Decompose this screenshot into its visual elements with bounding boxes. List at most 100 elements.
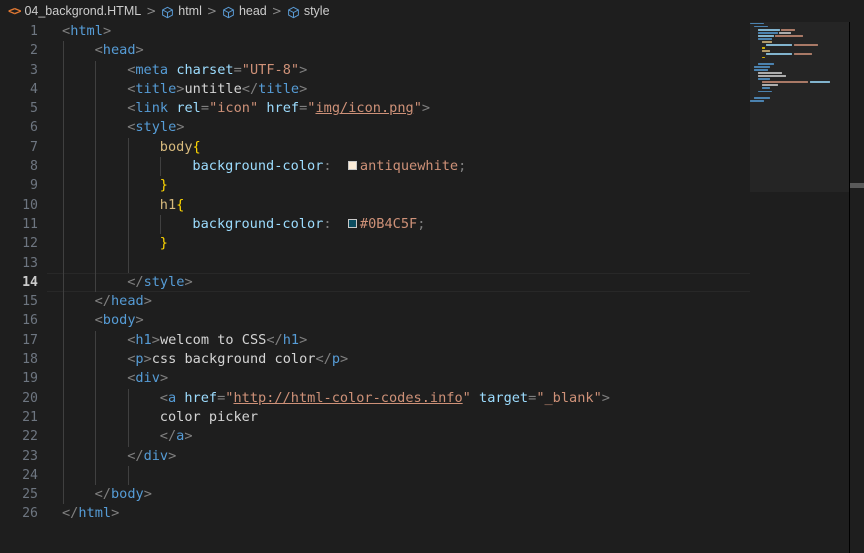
code-line[interactable]: 20 <a href="http://html-color-codes.info"… (0, 388, 864, 408)
color-swatch-#0B4C5F[interactable] (347, 218, 357, 228)
line-number: 11 (22, 216, 38, 232)
code-line[interactable]: 4 <title>untitle</title> (0, 79, 864, 100)
minimap-token (758, 62, 774, 65)
line-number: 2 (30, 43, 38, 59)
code-line[interactable]: 7 body{ (0, 137, 864, 158)
code-line[interactable]: 23 </div> (0, 446, 864, 466)
line-number: 25 (22, 487, 38, 503)
vertical-scrollbar[interactable] (850, 22, 864, 553)
token-val: #0B4C5F (359, 215, 418, 232)
token-str: " (413, 100, 422, 117)
line-number: 17 (22, 332, 38, 348)
token-tag: a (167, 389, 177, 406)
token-punct: < (62, 23, 71, 39)
code-line[interactable]: 19 <div> (0, 369, 864, 389)
token-link: img/icon.png (315, 100, 414, 117)
color-swatch-antiquewhite[interactable] (347, 161, 357, 171)
token-attr: charset (176, 61, 234, 78)
token-attr: href (184, 389, 218, 406)
code-line[interactable]: 18 <p>css background color</p> (0, 350, 864, 370)
token-punct: > (111, 505, 120, 522)
minimap-token (762, 81, 808, 84)
code-line[interactable]: 22 </a> (0, 427, 864, 447)
code-line[interactable]: 3 <meta charset="UTF-8"> (0, 60, 864, 80)
line-number: 5 (30, 101, 38, 117)
minimap-token (758, 37, 772, 40)
breadcrumb-item-file[interactable]: <> 04_backgrond.HTML (8, 4, 141, 18)
token-punct: > (143, 351, 152, 368)
line-number: 24 (22, 467, 38, 483)
code-line[interactable]: 26 </html> (0, 504, 864, 523)
minimap-token (762, 84, 778, 87)
token-txt: css background color (151, 351, 316, 368)
code-text: </html> (62, 504, 119, 523)
minimap-token (758, 34, 774, 37)
code-text: <head> (62, 41, 144, 60)
code-editor[interactable]: 1 <html> 2 <head> 3 <meta charset="UTF-8"> 4 <t… (0, 22, 864, 553)
code-line[interactable]: 24 (0, 465, 864, 486)
token-tag: div (143, 447, 169, 464)
code-line[interactable]: 2 <head> (0, 41, 864, 61)
line-number: 6 (30, 120, 38, 136)
code-text: <p>css background color</p> (62, 350, 348, 369)
token-punct: > (176, 119, 185, 136)
token-punct: = (200, 100, 210, 117)
minimap-token (779, 31, 791, 34)
html-file-icon: <> (8, 4, 21, 18)
line-number: 12 (22, 236, 38, 252)
token-punct: > (601, 389, 610, 406)
token-punct: > (421, 100, 431, 117)
code-line[interactable]: 14 </style> (0, 272, 864, 293)
code-line[interactable]: 13 (0, 253, 864, 273)
code-line[interactable]: 15 </head> (0, 292, 864, 312)
token-punct: < (94, 312, 103, 329)
code-line[interactable]: 6 <style> (0, 118, 864, 138)
minimap-token (766, 53, 792, 56)
code-text: <div> (62, 369, 168, 388)
token-tag: h1 (135, 331, 152, 348)
minimap-token (794, 53, 812, 56)
breadcrumb-item-html[interactable]: html (161, 4, 202, 18)
code-line[interactable]: 8 background-color: antiquewhite; (0, 157, 864, 177)
minimap-token (758, 90, 772, 93)
token-attr: href (266, 100, 300, 117)
breadcrumb-item-head[interactable]: head (222, 4, 267, 18)
token-punct: </ (94, 293, 111, 310)
token-brace: { (192, 138, 201, 155)
minimap-token (754, 96, 770, 99)
token-tag: html (78, 505, 112, 522)
breadcrumb-item-style[interactable]: style (287, 4, 330, 18)
code-line[interactable]: 9} (0, 176, 864, 196)
token-tag: style (135, 119, 177, 136)
code-text: </head> (62, 292, 152, 311)
token-brace: } (159, 235, 168, 252)
indent-guide (127, 253, 129, 273)
code-line[interactable]: 25 </body> (0, 485, 864, 505)
line-number: 9 (30, 178, 38, 194)
code-line[interactable]: 5 <link rel="icon" href="img/icon.png"> (0, 99, 864, 119)
code-line[interactable]: 16 <body> (0, 311, 864, 331)
code-line[interactable]: 12} (0, 234, 864, 254)
code-line[interactable]: 1 <html> (0, 22, 864, 41)
code-text: background-color: #0B4C5F; (62, 215, 425, 234)
token-tag: body (102, 312, 136, 329)
token-txt: untitle (184, 80, 242, 97)
breadcrumb-head-label: head (238, 4, 267, 18)
code-line[interactable]: 21 color picker (0, 407, 864, 428)
minimap-token (766, 44, 792, 47)
token-str: " (462, 389, 471, 406)
code-line[interactable]: 10 h1{ (0, 195, 864, 215)
token-punct: > (159, 370, 169, 387)
minimap-line (750, 99, 850, 102)
code-lines-container[interactable]: 1 <html> 2 <head> 3 <meta charset="UTF-8"> 4 <t… (0, 22, 864, 524)
code-line[interactable]: 17 <h1>welcom to CSS</h1> (0, 330, 864, 351)
minimap-token (762, 50, 770, 53)
code-line[interactable]: 11 background-color: #0B4C5F; (0, 214, 864, 235)
token-str: "UTF-8" (241, 61, 300, 78)
minimap-token (758, 72, 782, 74)
minimap[interactable] (750, 22, 850, 553)
code-text: </style> (62, 273, 192, 292)
code-text: </a> (62, 427, 193, 446)
